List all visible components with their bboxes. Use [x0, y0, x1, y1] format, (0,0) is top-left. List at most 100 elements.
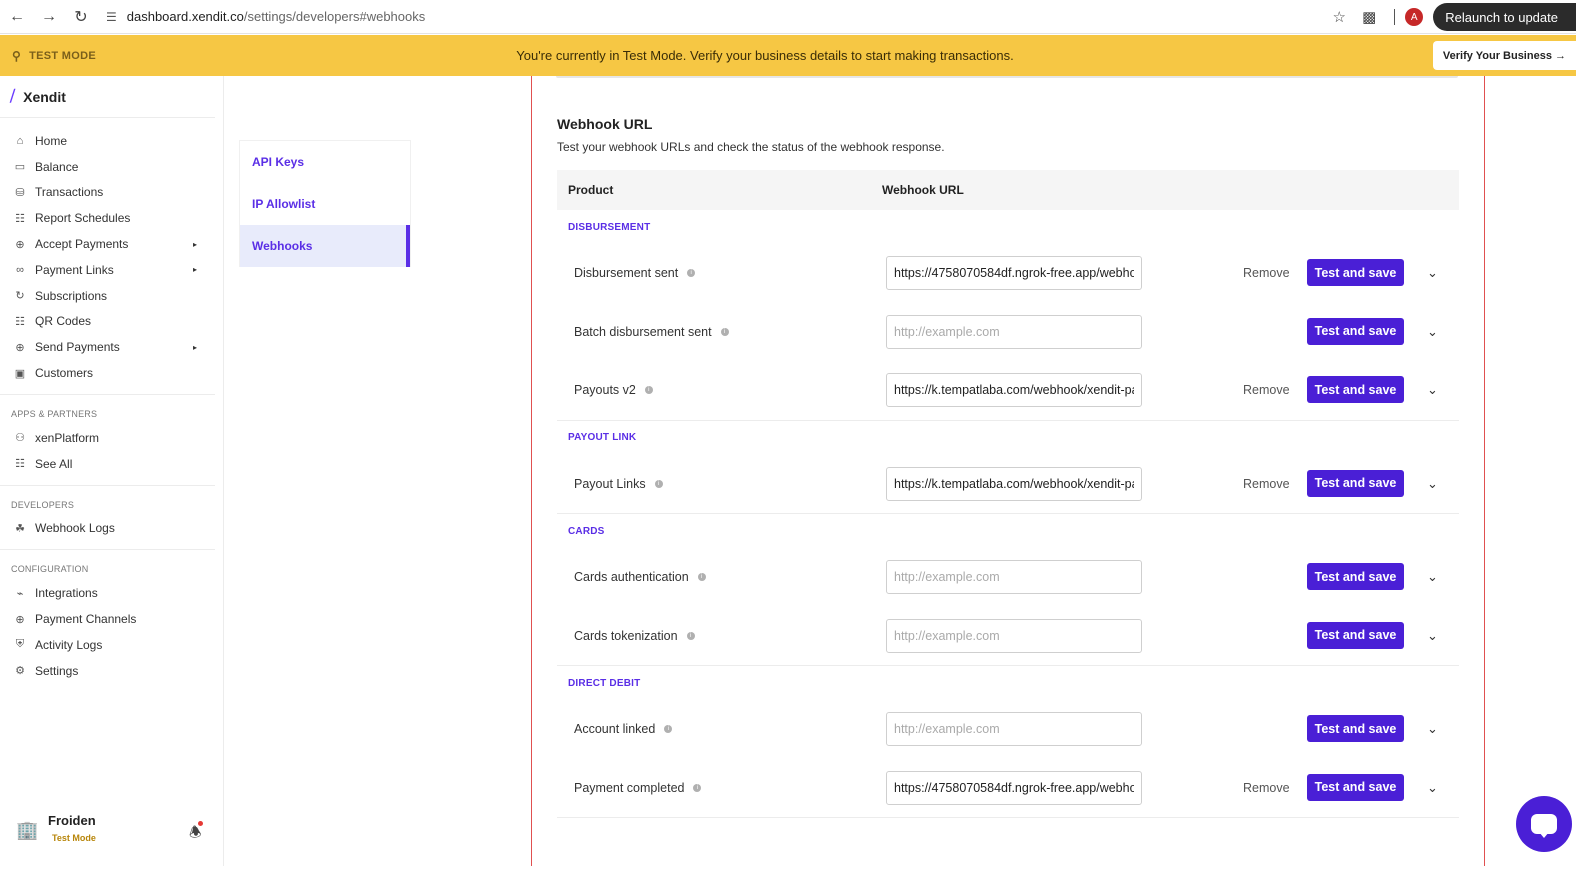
- test-and-save-button[interactable]: Test and save: [1307, 376, 1404, 403]
- webhook-url-subtitle: Test your webhook URLs and check the sta…: [557, 140, 945, 154]
- info-icon[interactable]: i: [687, 269, 696, 278]
- info-icon[interactable]: i: [697, 573, 706, 582]
- test-and-save-button[interactable]: Test and save: [1307, 563, 1404, 590]
- webhook-url-input[interactable]: [886, 373, 1142, 407]
- webhook-url-input[interactable]: [886, 770, 1142, 805]
- info-icon[interactable]: i: [644, 386, 653, 395]
- reload-icon[interactable]: ↻: [66, 2, 96, 32]
- xendit-logo-icon: ⧸: [10, 88, 16, 105]
- site-settings-icon[interactable]: ☰: [106, 10, 117, 24]
- relaunch-button[interactable]: Relaunch to update: [1433, 3, 1576, 31]
- chevron-down-icon[interactable]: ⌄: [1427, 244, 1438, 303]
- qr-icon: ☷: [15, 315, 25, 328]
- shield-icon: ⛨: [15, 638, 25, 651]
- sidebar-item-payment-channels[interactable]: ⊕ Payment Channels: [0, 606, 223, 632]
- sidebar-item-send-payments[interactable]: ⊕ Send Payments ▸: [0, 334, 223, 360]
- sidebar-item-subscriptions[interactable]: ↻ Subscriptions: [0, 283, 223, 309]
- test-and-save-button[interactable]: Test and save: [1307, 259, 1404, 286]
- test-and-save-button[interactable]: Test and save: [1307, 317, 1404, 345]
- info-icon[interactable]: i: [693, 783, 702, 792]
- sidebar-item-activity-logs[interactable]: ⛨ Activity Logs: [0, 632, 223, 658]
- test-and-save-button[interactable]: Test and save: [1307, 469, 1404, 497]
- sidebar-item-label: Subscriptions: [35, 288, 108, 303]
- test-and-save-button[interactable]: Test and save: [1307, 715, 1404, 742]
- plus-circle-icon: ⊕: [15, 613, 25, 626]
- product-name: Cards authentication: [574, 570, 689, 585]
- product-name: Payouts v2: [574, 383, 636, 398]
- divider: [0, 393, 215, 395]
- webhook-url-input[interactable]: [886, 256, 1142, 290]
- info-icon[interactable]: i: [686, 631, 695, 640]
- webhook-url-input[interactable]: [886, 314, 1142, 349]
- chevron-down-icon[interactable]: ⌄: [1427, 607, 1438, 666]
- sidebar-item-label: Payment Links: [35, 262, 114, 277]
- webhook-url-input[interactable]: [886, 712, 1142, 746]
- chevron-down-icon[interactable]: ⌄: [1427, 548, 1438, 607]
- sidebar-item-xenplatform[interactable]: ⚇ xenPlatform: [0, 425, 223, 451]
- sidebar-item-label: Integrations: [35, 586, 98, 601]
- extensions-icon[interactable]: ▩: [1354, 8, 1384, 26]
- subnav-api-keys[interactable]: API Keys: [240, 141, 410, 183]
- divider: [0, 484, 215, 486]
- sidebar-item-qr-codes[interactable]: ☷ QR Codes: [0, 309, 223, 335]
- webhook-product-label: Payment completed i: [574, 759, 702, 818]
- url-path: /settings/developers#webhooks: [243, 9, 426, 24]
- back-arrow-icon[interactable]: ←: [2, 2, 32, 32]
- profile-avatar[interactable]: A: [1405, 8, 1424, 26]
- gear-icon: ⚙: [15, 665, 25, 678]
- sidebar-item-report-schedules[interactable]: ☷ Report Schedules: [0, 205, 223, 231]
- test-and-save-button[interactable]: Test and save: [1307, 621, 1404, 649]
- table-header: Product Webhook URL: [557, 170, 1459, 210]
- chevron-down-icon[interactable]: ⌄: [1427, 700, 1438, 759]
- coins-icon: ⛁: [15, 186, 25, 199]
- webhook-url-input[interactable]: [886, 618, 1142, 653]
- bottom-strip: [0, 866, 1576, 892]
- webhook-url-input[interactable]: [886, 560, 1142, 594]
- address-bar[interactable]: dashboard.xendit.co/settings/developers#…: [127, 9, 425, 24]
- remove-button[interactable]: Remove: [1243, 361, 1290, 420]
- sidebar-item-balance[interactable]: ▭ Balance: [0, 154, 223, 180]
- brand[interactable]: ⧸ Xendit: [0, 76, 215, 118]
- report-icon: ☷: [15, 212, 25, 225]
- sidebar-item-home[interactable]: ⌂ Home: [0, 128, 223, 154]
- subnav-webhooks[interactable]: Webhooks: [240, 225, 410, 267]
- sidebar-item-transactions[interactable]: ⛁ Transactions: [0, 180, 223, 206]
- chevron-down-icon[interactable]: ⌄: [1427, 455, 1438, 514]
- chevron-down-icon[interactable]: ⌄: [1427, 759, 1438, 818]
- grid-icon: ☷: [15, 458, 25, 471]
- sidebar-dev-nav: ☘ Webhook Logs: [0, 516, 223, 542]
- info-icon[interactable]: i: [720, 327, 729, 336]
- forward-arrow-icon[interactable]: →: [34, 2, 64, 32]
- remove-button[interactable]: Remove: [1243, 455, 1290, 514]
- sidebar-item-integrations[interactable]: ⌁ Integrations: [0, 580, 223, 606]
- sidebar-item-see-all[interactable]: ☷ See All: [0, 451, 223, 477]
- chevron-down-icon[interactable]: ⌄: [1427, 303, 1438, 362]
- sidebar-item-label: xenPlatform: [35, 430, 100, 445]
- subnav-ip-allowlist[interactable]: IP Allowlist: [240, 183, 410, 225]
- remove-button[interactable]: Remove: [1243, 244, 1290, 303]
- chat-support-button[interactable]: [1516, 796, 1572, 852]
- remove-button[interactable]: Remove: [1243, 759, 1290, 818]
- test-and-save-button[interactable]: Test and save: [1307, 773, 1404, 801]
- product-name: Payment completed: [574, 780, 685, 795]
- webhook-product-label: Payouts v2 i: [574, 361, 653, 420]
- product-name: Batch disbursement sent: [574, 324, 712, 339]
- sidebar-item-accept-payments[interactable]: ⊕ Accept Payments ▸: [0, 231, 223, 257]
- webhook-group: CARDS Cards authentication i Test and save ⌄…: [557, 514, 1459, 666]
- users-icon: ⚇: [15, 432, 25, 445]
- info-icon[interactable]: i: [664, 725, 673, 734]
- info-icon[interactable]: i: [654, 479, 663, 488]
- business-profile[interactable]: 🏢 Froiden Test Mode 🕭: [0, 808, 224, 854]
- sidebar-item-customers[interactable]: ▣ Customers: [0, 360, 223, 386]
- sidebar-item-webhook-logs[interactable]: ☘ Webhook Logs: [0, 516, 223, 542]
- sidebar-item-label: Webhook Logs: [35, 521, 115, 536]
- sidebar-item-payment-links[interactable]: ∞ Payment Links ▸: [0, 257, 223, 283]
- sidebar-item-settings[interactable]: ⚙ Settings: [0, 658, 223, 684]
- bookmark-star-icon[interactable]: ☆: [1324, 8, 1354, 26]
- chevron-down-icon[interactable]: ⌄: [1427, 361, 1438, 420]
- notification-dot: [198, 821, 203, 826]
- verify-business-button[interactable]: Verify Your Business →: [1432, 41, 1576, 70]
- webhook-url-input[interactable]: [886, 466, 1142, 501]
- brand-name: Xendit: [23, 88, 66, 105]
- webhook-product-label: Disbursement sent i: [574, 244, 696, 303]
